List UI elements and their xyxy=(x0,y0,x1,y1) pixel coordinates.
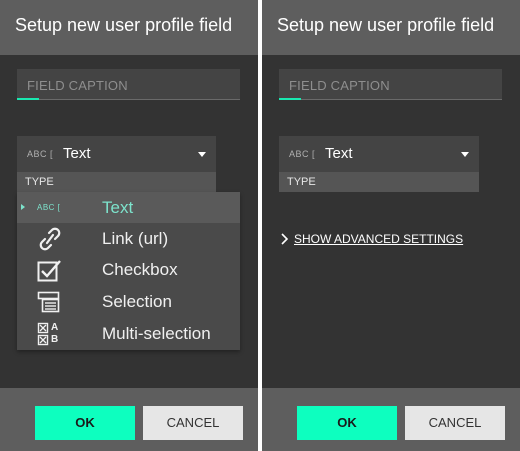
dropdown-item-label: Checkbox xyxy=(102,260,178,279)
ok-button[interactable]: OK xyxy=(35,406,135,440)
selected-indicator-icon xyxy=(21,204,25,210)
type-select[interactable]: ABC [ Text xyxy=(279,136,479,172)
dialog-footer: OK CANCEL xyxy=(262,388,520,451)
chevron-down-icon[interactable] xyxy=(461,152,469,157)
abc-glyph: ABC [ xyxy=(37,203,61,212)
multi-select-glyph-a: A xyxy=(51,322,59,333)
dropdown-item-link[interactable]: Link (url) xyxy=(17,223,240,254)
cancel-button[interactable]: CANCEL xyxy=(143,406,243,440)
dialog-title: Setup new user profile field xyxy=(277,15,495,35)
input-focus-indicator xyxy=(17,98,39,100)
multi-select-glyph-b: B xyxy=(51,334,59,345)
dialog-header: Setup new user profile field xyxy=(0,0,258,55)
type-field-label-row: TYPE xyxy=(279,172,479,192)
dropdown-item-label: Link (url) xyxy=(102,229,169,248)
field-caption-input[interactable]: FIELD CAPTION xyxy=(279,69,502,100)
dropdown-item-checkbox[interactable]: Checkbox xyxy=(17,254,240,285)
ok-button[interactable]: OK xyxy=(297,406,397,440)
field-caption-input[interactable]: FIELD CAPTION xyxy=(17,69,240,100)
dialog-footer: OK CANCEL xyxy=(0,388,258,451)
cancel-button[interactable]: CANCEL xyxy=(405,406,505,440)
checkbox-icon xyxy=(37,258,63,282)
type-select-value: Text xyxy=(325,145,353,162)
field-caption-placeholder: FIELD CAPTION xyxy=(289,78,390,93)
type-field-label: TYPE xyxy=(287,176,316,188)
type-select[interactable]: ABC [ Text xyxy=(17,136,216,172)
dropdown-item-selection[interactable]: Selection xyxy=(17,286,240,317)
dropdown-item-multi-selection[interactable]: A B Multi-selection xyxy=(17,318,240,349)
link-icon xyxy=(37,227,63,251)
text-type-icon: ABC [ xyxy=(27,149,54,159)
dropdown-item-label: Multi-selection xyxy=(102,324,211,343)
field-caption-placeholder: FIELD CAPTION xyxy=(27,78,128,93)
text-type-icon: ABC [ xyxy=(37,196,63,220)
multi-selection-icon: A B xyxy=(37,322,63,346)
text-type-icon: ABC [ xyxy=(289,149,316,159)
type-field-label: TYPE xyxy=(25,176,54,188)
profile-field-dialog-left: Setup new user profile field FIELD CAPTI… xyxy=(0,0,258,451)
chevron-down-icon[interactable] xyxy=(198,152,206,157)
show-advanced-settings-label: SHOW ADVANCED SETTINGS xyxy=(294,232,464,246)
type-select-value: Text xyxy=(63,145,91,162)
type-field-label-row: TYPE xyxy=(17,172,216,192)
input-focus-indicator xyxy=(279,98,301,100)
chevron-right-icon xyxy=(280,232,290,246)
dropdown-item-label: Selection xyxy=(102,292,172,311)
type-dropdown-menu: ABC [ Text Link (url) Checkbox Selection… xyxy=(17,192,240,350)
dropdown-item-text[interactable]: ABC [ Text xyxy=(17,192,240,223)
dialog-title: Setup new user profile field xyxy=(15,15,233,35)
profile-field-dialog-right: Setup new user profile field FIELD CAPTI… xyxy=(262,0,520,451)
selection-icon xyxy=(37,290,63,314)
dialog-header: Setup new user profile field xyxy=(262,0,520,55)
dropdown-item-label: Text xyxy=(102,198,134,217)
